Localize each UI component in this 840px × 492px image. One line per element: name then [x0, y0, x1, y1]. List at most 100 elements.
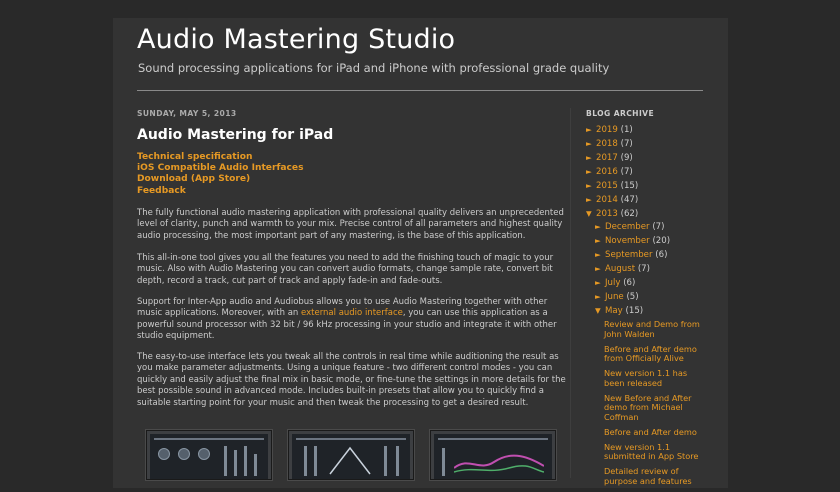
archive-count: (47) — [620, 195, 639, 205]
post-paragraph-2: This all-in-one tool gives you all the f… — [137, 253, 554, 287]
archive-post-link[interactable]: Before and After demo from Officially Al… — [604, 344, 704, 364]
post-title: Audio Mastering for iPad — [137, 127, 334, 143]
archive-month-link[interactable]: November — [605, 236, 650, 246]
archive-year-link[interactable]: 2017 — [596, 153, 618, 163]
feedback-link[interactable]: Feedback — [137, 186, 304, 197]
paragraph-text: , you can use this application as a — [402, 308, 548, 319]
expand-arrow-icon[interactable]: ► — [595, 236, 605, 245]
archive-count: (9) — [620, 153, 633, 163]
expand-arrow-icon[interactable]: ► — [595, 222, 605, 231]
expand-arrow-icon[interactable]: ► — [595, 264, 605, 273]
blog-title[interactable]: Audio Mastering Studio — [137, 24, 455, 55]
archive-post-link[interactable]: Detailed review of purpose and features — [604, 467, 704, 486]
date-header: SUNDAY, MAY 5, 2013 — [137, 109, 237, 118]
archive-month-link[interactable]: August — [605, 264, 635, 274]
expand-arrow-icon[interactable]: ► — [595, 250, 605, 259]
screenshot-curve — [329, 446, 371, 475]
archive-month-december: ► December (7) — [595, 222, 665, 232]
archive-post-link[interactable]: Review and Demo from John Walden — [604, 319, 704, 339]
archive-year-2015: ► 2015 (15) — [586, 181, 638, 191]
expand-arrow-icon[interactable]: ► — [586, 153, 596, 162]
screenshot-image — [150, 434, 268, 479]
post-links: Technical specification iOS Compatible A… — [137, 152, 304, 197]
archive-count: (7) — [620, 167, 633, 177]
app-screenshot-thumbnail[interactable] — [146, 430, 272, 480]
collapse-arrow-icon[interactable]: ▼ — [586, 209, 596, 218]
archive-month-link[interactable]: July — [605, 278, 620, 288]
archive-month-september: ► September (6) — [595, 250, 667, 260]
archive-count: (7) — [620, 139, 633, 149]
screenshot-image — [434, 434, 552, 479]
expand-arrow-icon[interactable]: ► — [586, 125, 596, 134]
post-paragraph-1: The fully functional audio mastering app… — [137, 208, 564, 242]
archive-count: (15) — [620, 181, 639, 191]
paragraph-line: you make parameter adjustments. Using a … — [137, 363, 553, 374]
download-app-store-link[interactable]: Download (App Store) — [137, 174, 304, 185]
screenshot-knob — [198, 448, 210, 460]
post-paragraph-3: Support for Inter-App audio and Audiobus… — [137, 297, 557, 343]
screenshot-toolbar — [296, 438, 406, 440]
app-screenshot-thumbnail[interactable] — [430, 430, 556, 480]
archive-year-2016: ► 2016 (7) — [586, 167, 633, 177]
archive-year-link[interactable]: 2014 — [596, 195, 618, 205]
archive-year-link[interactable]: 2015 — [596, 181, 618, 191]
paragraph-line: suitable starting point for your music a… — [137, 397, 529, 408]
archive-month-november: ► November (20) — [595, 236, 670, 246]
archive-post-link[interactable]: New version 1.1 submitted in App Store — [604, 442, 704, 462]
archive-month-link[interactable]: June — [605, 292, 624, 302]
archive-year-link[interactable]: 2018 — [596, 139, 618, 149]
paragraph-line: quickly and easily adjust the final mix … — [137, 374, 566, 385]
archive-year-2018: ► 2018 (7) — [586, 139, 633, 149]
blog-description: Sound processing applications for iPad a… — [138, 61, 610, 75]
paragraph-line: powerful sound processor with 32 bit / 9… — [137, 319, 557, 330]
header-divider — [137, 90, 703, 91]
archive-count: (20) — [652, 236, 671, 246]
sidebar-divider — [570, 108, 571, 478]
blog-archive-title: BLOG ARCHIVE — [586, 109, 655, 118]
archive-year-link[interactable]: 2013 — [596, 209, 618, 219]
archive-month-link[interactable]: May — [605, 306, 623, 316]
compatible-interfaces-link[interactable]: iOS Compatible Audio Interfaces — [137, 163, 304, 174]
expand-arrow-icon[interactable]: ► — [586, 181, 596, 190]
screenshot-knob — [178, 448, 190, 460]
screenshot-toolbar — [154, 438, 264, 440]
archive-year-2017: ► 2017 (9) — [586, 153, 633, 163]
paragraph-line: This all-in-one tool gives you all the f… — [137, 253, 554, 263]
expand-arrow-icon[interactable]: ► — [595, 278, 605, 287]
archive-post-link[interactable]: New version 1.1 has been released — [604, 368, 704, 388]
screenshot-fader — [234, 450, 237, 476]
archive-count: (15) — [625, 306, 644, 316]
archive-count: (6) — [655, 250, 668, 260]
paragraph-line: Support for Inter-App audio and Audiobus… — [137, 297, 548, 307]
archive-post-link[interactable]: New Before and After demo from Michael C… — [604, 393, 704, 423]
external-audio-interface-link[interactable]: external audio interface — [301, 308, 403, 318]
technical-specification-link[interactable]: Technical specification — [137, 152, 304, 163]
archive-count: (6) — [623, 278, 636, 288]
paragraph-line: depth, record a track, cut part of track… — [137, 275, 443, 286]
archive-month-link[interactable]: December — [605, 222, 650, 232]
archive-year-link[interactable]: 2016 — [596, 167, 618, 177]
expand-arrow-icon[interactable]: ► — [595, 292, 605, 301]
screenshot-knob — [158, 448, 170, 460]
paragraph-line: music applications. Moreover, with an ex… — [137, 308, 549, 319]
paragraph-line: level of clarity, punch and warmth to yo… — [137, 219, 563, 230]
paragraph-line: audio processing, the most important par… — [137, 230, 526, 241]
post-paragraph-4: The easy-to-use interface lets you tweak… — [137, 352, 566, 409]
archive-post-link[interactable]: Before and After demo — [604, 427, 704, 438]
collapse-arrow-icon[interactable]: ▼ — [595, 306, 605, 315]
expand-arrow-icon[interactable]: ► — [586, 195, 596, 204]
expand-arrow-icon[interactable]: ► — [586, 139, 596, 148]
archive-month-may: ▼ May (15) — [595, 306, 643, 316]
archive-month-july: ► July (6) — [595, 278, 635, 288]
paragraph-text: music applications. Moreover, with an — [137, 308, 302, 319]
archive-year-link[interactable]: 2019 — [596, 125, 618, 135]
paragraph-line: music. Also with Audio Mastering you can… — [137, 264, 553, 275]
paragraph-line: The fully functional audio mastering app… — [137, 208, 564, 218]
expand-arrow-icon[interactable]: ► — [586, 167, 596, 176]
app-screenshot-thumbnail[interactable] — [288, 430, 414, 480]
archive-month-june: ► June (5) — [595, 292, 639, 302]
archive-month-link[interactable]: September — [605, 250, 653, 260]
archive-count: (1) — [620, 125, 633, 135]
screenshot-toolbar — [438, 438, 548, 440]
paragraph-line: best possible sound in advanced mode. In… — [137, 386, 544, 397]
